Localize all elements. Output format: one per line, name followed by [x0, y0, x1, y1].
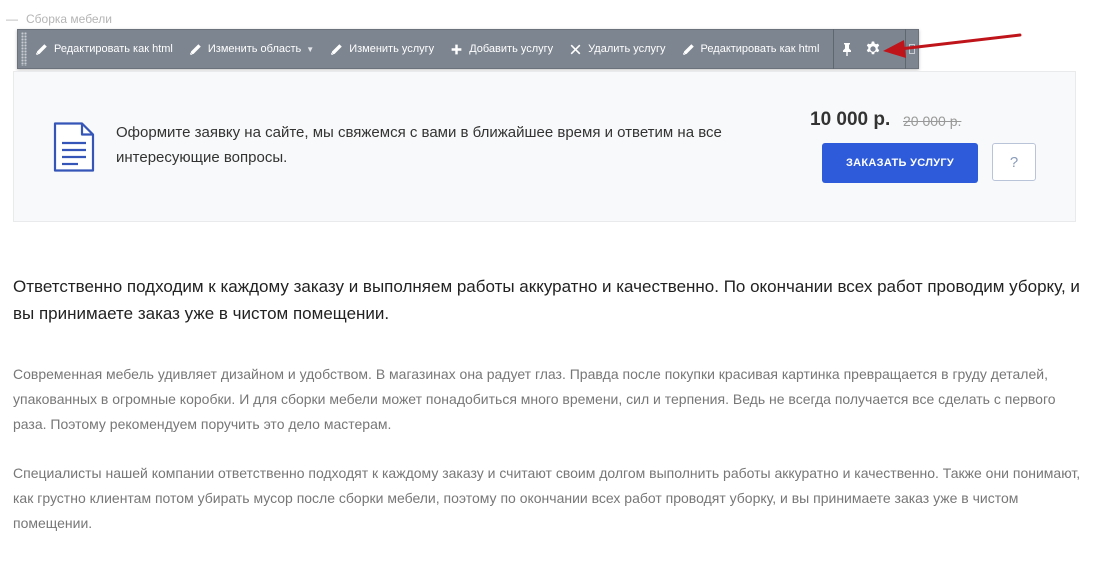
edit-as-html-button-2[interactable]: Редактировать как html [674, 29, 828, 69]
delete-service-label: Удалить услугу [588, 43, 666, 55]
question-button[interactable]: ? [992, 143, 1036, 181]
offer-text: Оформите заявку на сайте, мы свяжемся с … [116, 124, 722, 166]
pencil-icon [36, 43, 47, 55]
body-paragraph-2: Специалисты нашей компании ответственно … [13, 465, 1081, 531]
pencil-icon [682, 43, 694, 55]
add-service-label: Добавить услугу [469, 43, 554, 55]
edit-as-html-button[interactable]: Редактировать как html [27, 29, 181, 69]
change-area-label: Изменить область [207, 43, 302, 55]
pin-icon [843, 43, 852, 56]
order-service-button[interactable]: ЗАКАЗАТЬ УСЛУГУ [822, 143, 978, 183]
change-area-button[interactable]: Изменить область ▼ [181, 29, 322, 69]
close-icon [570, 44, 581, 54]
edit-as-html-label-2: Редактировать как html [700, 43, 820, 55]
lead-paragraph: Ответственно подходим к каждому заказу и… [13, 277, 1080, 323]
change-service-label: Изменить услугу [349, 43, 435, 55]
edit-as-html-label: Редактировать как html [54, 43, 173, 55]
annotation-arrow [883, 33, 1022, 58]
change-service-button[interactable]: Изменить услугу [322, 29, 442, 69]
document-icon [53, 122, 95, 172]
pencil-icon [190, 43, 201, 55]
breadcrumb-dash: — [6, 12, 18, 26]
breadcrumb-label[interactable]: Сборка мебели [26, 12, 112, 26]
service-order-panel: Оформите заявку на сайте, мы свяжемся с … [13, 71, 1076, 222]
delete-service-button[interactable]: Удалить услугу [561, 29, 673, 69]
current-price: 10 000 р. [810, 109, 891, 130]
pencil-icon [331, 43, 342, 55]
pin-button[interactable] [834, 29, 860, 69]
breadcrumb: — Сборка мебели [6, 12, 112, 26]
admin-toolbar: Редактировать как html Изменить область … [17, 29, 919, 69]
add-service-button[interactable]: Добавить услугу [442, 29, 561, 69]
plus-icon [451, 44, 462, 54]
old-price: 20 000 р. [903, 113, 962, 129]
body-paragraph-1: Современная мебель удивляет дизайном и у… [13, 366, 1056, 432]
chevron-down-icon: ▼ [306, 44, 315, 54]
